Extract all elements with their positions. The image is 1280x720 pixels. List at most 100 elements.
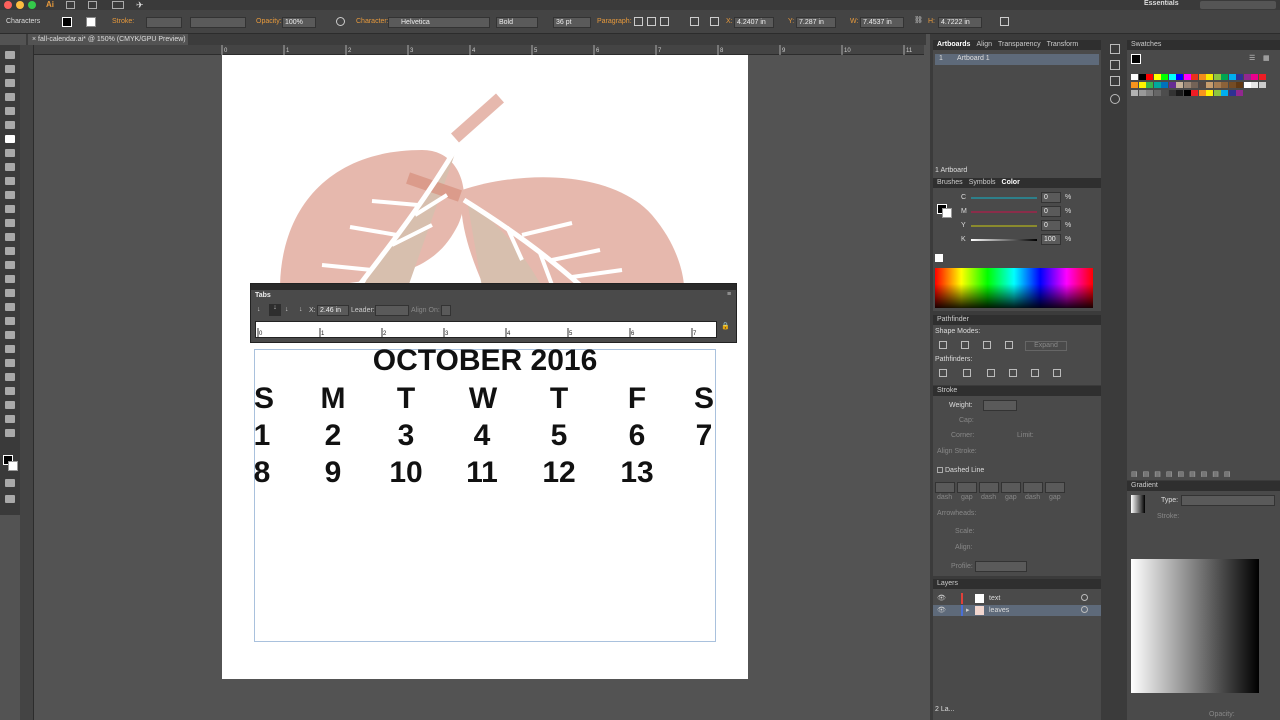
layer-row[interactable]: 👁 text — [933, 593, 1101, 604]
color-swatch[interactable] — [1213, 90, 1221, 96]
appearance-icon[interactable] — [1110, 94, 1120, 104]
color-swatch[interactable] — [1191, 90, 1198, 96]
stroke-swatch[interactable] — [86, 17, 96, 27]
minus-back-icon[interactable] — [1053, 369, 1061, 377]
gradient-tool-icon[interactable] — [5, 317, 15, 325]
gradient-slider-area[interactable] — [1131, 559, 1259, 693]
visibility-eye-icon[interactable]: 👁 — [937, 594, 946, 602]
workspace-switcher[interactable]: Essentials — [1144, 0, 1179, 7]
color-swatch[interactable] — [1243, 82, 1251, 88]
unite-icon[interactable] — [939, 341, 947, 349]
list-view-icon[interactable]: ☰ — [1249, 54, 1255, 62]
swatch-grid[interactable] — [1131, 74, 1271, 124]
screen-mode-icon[interactable] — [5, 495, 15, 503]
properties-icon[interactable] — [1110, 60, 1120, 70]
vertical-ruler[interactable] — [20, 45, 34, 720]
dash-field[interactable] — [979, 482, 999, 493]
horizontal-ruler[interactable]: 0 1 2 3 4 5 6 7 8 9 10 11 — [34, 45, 924, 55]
minus-front-icon[interactable] — [961, 341, 969, 349]
color-swatch[interactable] — [1146, 74, 1153, 80]
align-on-field[interactable] — [441, 305, 451, 316]
color-swatch[interactable] — [1221, 82, 1228, 88]
color-swatch[interactable] — [1206, 82, 1213, 88]
color-swatch[interactable] — [1243, 74, 1251, 80]
blend-tool-icon[interactable] — [5, 345, 15, 353]
channel-c-field[interactable]: 0 — [1041, 192, 1061, 203]
profile-select[interactable] — [975, 561, 1027, 572]
color-swatch[interactable] — [1198, 74, 1206, 80]
color-swatch[interactable] — [1153, 90, 1161, 96]
tab-artboards[interactable]: Artboards — [937, 40, 970, 50]
none-color-swatch[interactable] — [935, 254, 943, 262]
zoom-window-button[interactable] — [28, 1, 36, 9]
gap-field[interactable] — [1045, 482, 1065, 493]
color-swatch[interactable] — [1258, 74, 1266, 80]
color-swatch[interactable] — [1228, 82, 1236, 88]
trim-icon[interactable] — [963, 369, 971, 377]
color-swatch[interactable] — [1213, 74, 1221, 80]
recolor-icon[interactable] — [336, 17, 345, 26]
color-swatch[interactable] — [1228, 74, 1236, 80]
color-swatch[interactable] — [1191, 74, 1198, 80]
dash-field[interactable] — [1023, 482, 1043, 493]
x-field[interactable]: 4.2407 in — [734, 17, 774, 28]
hand-tool-icon[interactable] — [5, 415, 15, 423]
channel-y-slider[interactable] — [971, 225, 1037, 227]
align-right-icon[interactable] — [660, 17, 669, 26]
decimal-tab-icon[interactable]: ↓ — [299, 306, 303, 313]
paragraph-label[interactable]: Paragraph: — [597, 18, 632, 25]
color-swatch[interactable] — [1221, 90, 1228, 96]
color-swatch[interactable] — [1138, 82, 1146, 88]
fill-swatch[interactable] — [62, 17, 72, 27]
color-swatch[interactable] — [1176, 74, 1183, 80]
scale-tool-icon[interactable] — [5, 233, 15, 241]
transform-icon[interactable] — [1000, 17, 1009, 26]
color-swatch[interactable] — [1236, 90, 1243, 96]
gap-field[interactable] — [957, 482, 977, 493]
height-field[interactable]: 4.7222 in — [938, 17, 982, 28]
eyedropper-tool-icon[interactable] — [5, 331, 15, 339]
width-tool-icon[interactable] — [5, 247, 15, 255]
character-label[interactable]: Character: — [356, 18, 389, 25]
slice-tool-icon[interactable] — [5, 401, 15, 409]
lasso-tool-icon[interactable] — [5, 93, 15, 101]
line-tool-icon[interactable] — [5, 149, 15, 157]
paintbrush-tool-icon[interactable] — [5, 177, 15, 185]
document-tab[interactable]: × fall-calendar.ai* @ 150% (CMYK/GPU Pre… — [28, 34, 188, 45]
free-transform-tool-icon[interactable] — [5, 261, 15, 269]
tab-brushes[interactable]: Brushes — [937, 178, 963, 188]
direct-selection-tool-icon[interactable] — [5, 65, 15, 73]
character-panel-icon[interactable] — [1110, 76, 1120, 86]
gradient-type-select[interactable] — [1181, 495, 1275, 506]
tab-ruler[interactable]: 0 1 2 3 4 5 6 7 — [255, 321, 717, 338]
tab-transform[interactable]: Transform — [1047, 40, 1079, 50]
color-swatch[interactable] — [1168, 90, 1176, 96]
color-spectrum[interactable] — [935, 268, 1093, 308]
intersect-icon[interactable] — [983, 341, 991, 349]
panel-menu-icon[interactable]: ≡ — [727, 291, 731, 298]
exclude-icon[interactable] — [1005, 341, 1013, 349]
color-swatch[interactable] — [1131, 82, 1138, 88]
channel-m-slider[interactable] — [971, 211, 1037, 213]
left-tab-icon[interactable]: ↓ — [257, 306, 261, 313]
gradient-preview[interactable] — [1131, 495, 1145, 513]
color-swatch[interactable] — [1183, 82, 1191, 88]
tab-align[interactable]: Align — [976, 40, 992, 50]
bridge-icon[interactable] — [66, 1, 75, 9]
selection-tool-icon[interactable] — [5, 51, 15, 59]
color-swatch[interactable] — [1131, 90, 1138, 96]
font-size-field[interactable]: 36 pt — [553, 17, 591, 28]
outline-icon[interactable] — [1031, 369, 1039, 377]
width-field[interactable]: 7.4537 in — [860, 17, 904, 28]
stroke-weight-field[interactable] — [146, 17, 182, 28]
color-swatch[interactable] — [1183, 90, 1191, 96]
mesh-tool-icon[interactable] — [5, 303, 15, 311]
target-icon[interactable] — [1081, 594, 1088, 601]
graph-tool-icon[interactable] — [5, 373, 15, 381]
color-swatch[interactable] — [1138, 74, 1146, 80]
link-proportions-icon[interactable]: ⛓ — [914, 16, 923, 24]
color-swatch[interactable] — [1258, 82, 1266, 88]
variable-width-select[interactable] — [190, 17, 246, 28]
color-swatch[interactable] — [1221, 74, 1228, 80]
y-field[interactable]: 7.287 in — [796, 17, 836, 28]
